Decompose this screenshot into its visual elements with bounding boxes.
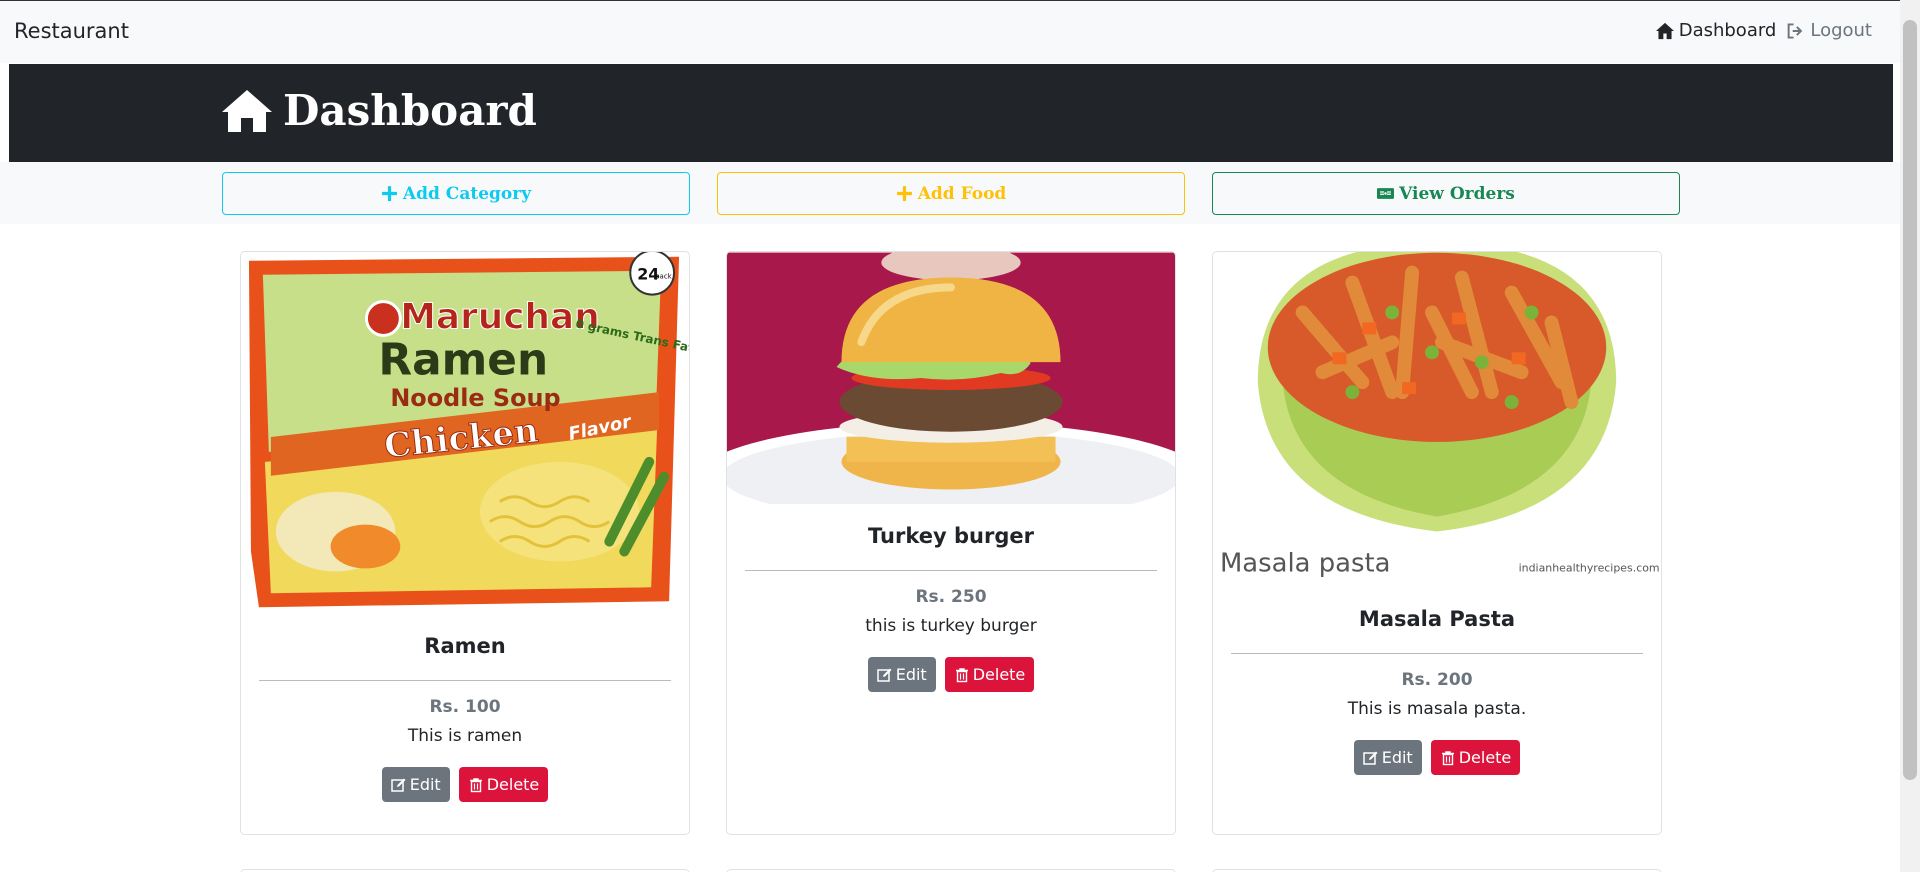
add-category-label: Add Category <box>402 183 532 204</box>
scrollbar-thumb[interactable] <box>1903 20 1917 780</box>
edit-label: Edit <box>409 775 441 794</box>
card-actions: Edit Delete <box>745 657 1157 692</box>
food-card-masala-pasta: Masala pasta indianhealthyrecipes.com Ma… <box>1212 251 1662 835</box>
nav-link-logout[interactable]: Logout <box>1786 20 1872 41</box>
edit-button[interactable]: Edit <box>1353 740 1422 775</box>
divider <box>1231 653 1643 654</box>
delete-button[interactable]: Delete <box>1430 740 1521 775</box>
page-title-text: Dashboard <box>283 86 537 135</box>
ramen-product-text: Ramen <box>378 334 548 385</box>
trash-icon <box>469 777 482 792</box>
card-actions: Edit Delete <box>259 767 671 802</box>
edit-icon <box>1362 751 1378 765</box>
edit-label: Edit <box>895 665 927 684</box>
edit-icon <box>390 778 406 792</box>
nav-link-logout-label: Logout <box>1810 20 1872 41</box>
home-icon <box>222 89 272 132</box>
divider <box>259 680 671 681</box>
ramen-brand-text: Maruchan <box>400 296 599 337</box>
pasta-caption-text: Masala pasta <box>1220 548 1391 578</box>
edit-icon <box>876 668 892 682</box>
add-food-button[interactable]: Add Food <box>717 172 1185 215</box>
masala-pasta-image: Masala pasta indianhealthyrecipes.com <box>1213 252 1661 587</box>
food-price: Rs. 100 <box>429 697 501 717</box>
delete-label: Delete <box>972 665 1026 684</box>
food-name: Ramen <box>424 634 506 658</box>
ramen-pack-unit: pack <box>655 273 672 281</box>
card-body: Masala Pasta Rs. 200 This is masala past… <box>1213 607 1661 775</box>
food-price: Rs. 200 <box>1401 670 1473 690</box>
food-description: This is masala pasta. <box>1347 699 1527 719</box>
view-orders-label: View Orders <box>1399 183 1515 204</box>
card-body: Ramen Rs. 100 This is ramen Edit Delete <box>241 634 689 802</box>
nav-link-dashboard-label: Dashboard <box>1678 20 1777 41</box>
money-bill-icon <box>1377 188 1395 199</box>
ramen-subtitle-text: Noodle Soup <box>390 384 560 412</box>
delete-button[interactable]: Delete <box>944 657 1035 692</box>
navbar-brand[interactable]: Restaurant <box>14 19 129 43</box>
top-navbar: Restaurant Dashboard Logout <box>0 1 1900 63</box>
card-body: Turkey burger Rs. 250 this is turkey bur… <box>727 524 1175 692</box>
ramen-image: Maruchan Ramen Noodle Soup Chicken Flavo… <box>241 252 689 614</box>
delete-button[interactable]: Delete <box>458 767 549 802</box>
food-price: Rs. 250 <box>915 587 987 607</box>
navbar-links: Dashboard Logout <box>1655 20 1872 41</box>
edit-button[interactable]: Edit <box>867 657 936 692</box>
divider <box>745 570 1157 571</box>
dashboard-header: Dashboard <box>9 64 1893 162</box>
trash-icon <box>1441 750 1454 765</box>
card-actions: Edit Delete <box>1231 740 1643 775</box>
food-card-turkey-burger: Turkey burger Rs. 250 this is turkey bur… <box>726 251 1176 835</box>
food-card-ramen: Maruchan Ramen Noodle Soup Chicken Flavo… <box>240 251 690 835</box>
pasta-credit-text: indianhealthyrecipes.com <box>1519 561 1660 574</box>
add-food-label: Add Food <box>917 183 1007 204</box>
edit-label: Edit <box>1381 748 1413 767</box>
trash-icon <box>955 667 968 682</box>
food-description: this is turkey burger <box>865 616 1037 636</box>
plus-icon <box>381 186 397 201</box>
view-orders-button[interactable]: View Orders <box>1212 172 1680 215</box>
add-category-button[interactable]: Add Category <box>222 172 690 215</box>
nav-link-dashboard[interactable]: Dashboard <box>1655 20 1777 41</box>
action-toolbar: Add Category Add Food View Orders <box>0 162 1900 224</box>
plus-icon <box>896 186 912 201</box>
page-title: Dashboard <box>221 86 537 135</box>
delete-label: Delete <box>1458 748 1512 767</box>
home-icon <box>1655 22 1674 39</box>
delete-label: Delete <box>486 775 540 794</box>
food-description: This is ramen <box>407 726 523 746</box>
logout-icon <box>1788 22 1803 39</box>
edit-button[interactable]: Edit <box>381 767 450 802</box>
turkey-burger-image <box>727 252 1175 504</box>
food-name: Masala Pasta <box>1358 607 1516 631</box>
food-name: Turkey burger <box>868 524 1034 548</box>
